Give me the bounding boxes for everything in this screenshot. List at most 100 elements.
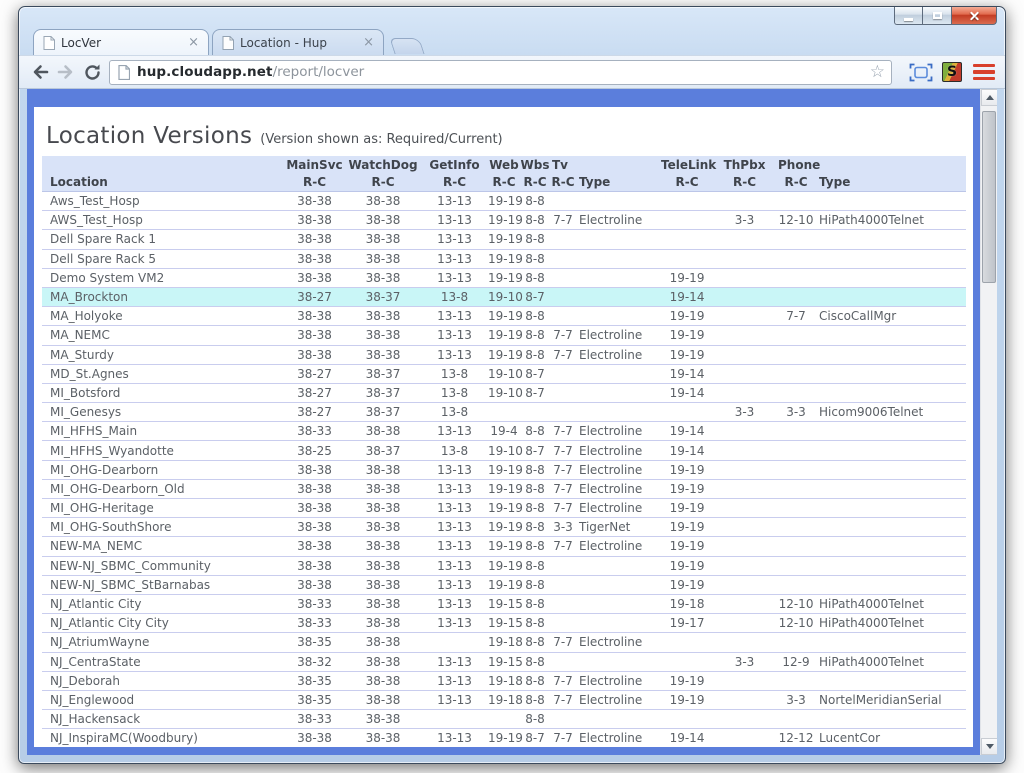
cell-value <box>713 690 776 709</box>
table-row[interactable]: NEW-MA_NEMC38-3838-3813-1319-198-87-7Ele… <box>42 537 966 556</box>
table-row[interactable]: Dell Spare Rack 138-3838-3813-1319-198-8 <box>42 230 966 249</box>
cell-value: 38-38 <box>345 690 421 709</box>
cell-value: 13-13 <box>421 249 488 268</box>
cell-value: 19-15 <box>488 594 520 613</box>
tab-strip: LocVer × Location - Hup × <box>33 29 422 55</box>
cell-value: 38-38 <box>284 460 345 479</box>
cell-value <box>713 441 776 460</box>
cell-value: 7-7 <box>550 441 576 460</box>
table-row[interactable]: NJ_Hackensack38-3338-388-8 <box>42 710 966 729</box>
cell-value: 13-8 <box>421 383 488 402</box>
cell-value <box>713 345 776 364</box>
cell-value: 38-37 <box>345 441 421 460</box>
cell-value: 19-19 <box>488 518 520 537</box>
cell-value: 8-8 <box>520 499 550 518</box>
cell-value: 8-8 <box>520 345 550 364</box>
cell-value <box>713 326 776 345</box>
cell-value: 19-19 <box>488 268 520 287</box>
cell-value: 12-10 <box>776 211 816 230</box>
table-row[interactable]: NJ_InspiraMC(Woodbury)38-3838-3813-1319-… <box>42 729 966 748</box>
cell-value: HiPath4000Telnet <box>816 614 966 633</box>
cell-value <box>661 230 713 249</box>
resize-extension-icon[interactable] <box>909 63 933 82</box>
table-row[interactable]: Aws_Test_Hosp38-3838-3813-1319-198-8 <box>42 192 966 211</box>
reload-button[interactable] <box>79 59 105 85</box>
cell-value <box>713 556 776 575</box>
table-row[interactable]: MI_HFHS_Wyandotte38-2538-3713-819-108-77… <box>42 441 966 460</box>
cell-value <box>713 671 776 690</box>
table-row[interactable]: MI_OHG-Heritage38-3838-3813-1319-198-87-… <box>42 499 966 518</box>
cell-value <box>816 268 966 287</box>
tab-close-icon[interactable]: × <box>363 36 374 49</box>
table-row[interactable]: MA_Brockton38-2738-3713-819-108-719-14 <box>42 287 966 306</box>
table-row[interactable]: Demo System VM238-3838-3813-1319-198-819… <box>42 268 966 287</box>
table-row[interactable]: MI_OHG-Dearborn_Old38-3838-3813-1319-198… <box>42 479 966 498</box>
table-row[interactable]: NJ_CentraState38-3238-3813-1319-158-83-3… <box>42 652 966 671</box>
tab-close-icon[interactable]: × <box>188 36 199 49</box>
cell-value: 19-18 <box>661 594 713 613</box>
cell-value: 8-8 <box>520 575 550 594</box>
table-row[interactable]: NJ_Englewood38-3538-3813-1319-188-87-7El… <box>42 690 966 709</box>
cell-value: 19-19 <box>488 537 520 556</box>
cell-value: 8-8 <box>520 710 550 729</box>
close-button[interactable] <box>952 7 997 25</box>
menu-bar <box>973 70 995 74</box>
cell-value: 38-38 <box>345 345 421 364</box>
table-row[interactable]: NEW-NJ_SBMC_Community38-3838-3813-1319-1… <box>42 556 966 575</box>
scroll-up-button[interactable] <box>981 89 997 106</box>
back-button[interactable] <box>27 59 53 85</box>
table-row[interactable]: Dell Spare Rack 538-3838-3813-1319-198-8 <box>42 249 966 268</box>
table-row[interactable]: MI_HFHS_Main38-3338-3813-1319-48-87-7Ele… <box>42 422 966 441</box>
cell-value: 13-13 <box>421 652 488 671</box>
table-row[interactable]: NJ_Deborah38-3538-3813-1319-188-87-7Elec… <box>42 671 966 690</box>
cell-value: 38-38 <box>284 307 345 326</box>
scrollbar-thumb[interactable] <box>982 111 996 283</box>
browser-menu-button[interactable] <box>973 64 995 81</box>
table-row[interactable]: MI_OHG-SouthShore38-3838-3813-1319-198-8… <box>42 518 966 537</box>
table-row[interactable]: MD_St.Agnes38-2738-3713-819-108-719-14 <box>42 364 966 383</box>
cell-location: Aws_Test_Hosp <box>42 192 284 211</box>
s-extension-icon[interactable]: S <box>942 62 962 82</box>
column-group-header: WatchDog <box>345 156 421 173</box>
scroll-down-button[interactable] <box>981 738 997 755</box>
tab-locver[interactable]: LocVer × <box>33 29 209 55</box>
table-row[interactable]: MI_Botsford38-2738-3713-819-108-719-14 <box>42 383 966 402</box>
table-row[interactable]: MI_OHG-Dearborn38-3838-3813-1319-198-87-… <box>42 460 966 479</box>
page-subtitle: (Version shown as: Required/Current) <box>260 132 502 147</box>
table-row[interactable]: NJ_Atlantic City City38-3338-3813-1319-1… <box>42 614 966 633</box>
maximize-button[interactable] <box>923 7 952 25</box>
table-row[interactable]: MA_NEMC38-3838-3813-1319-198-87-7Electro… <box>42 326 966 345</box>
cell-value: 3-3 <box>550 518 576 537</box>
bookmark-star-icon[interactable]: ☆ <box>870 64 885 81</box>
table-row[interactable]: MA_Holyoke38-3838-3813-1319-198-819-197-… <box>42 307 966 326</box>
page-icon <box>222 36 234 50</box>
table-row[interactable]: NJ_Atlantic City38-3338-3813-1319-158-81… <box>42 594 966 613</box>
up-arrow-icon <box>986 95 994 100</box>
table-row[interactable]: AWS_Test_Hosp38-3838-3813-1319-198-87-7E… <box>42 211 966 230</box>
cell-value: 38-38 <box>345 422 421 441</box>
cell-value <box>550 556 576 575</box>
cell-location: Demo System VM2 <box>42 268 284 287</box>
url-bar[interactable]: hup.cloudapp.net/report/locver ☆ <box>109 60 892 85</box>
table-row[interactable]: NEW-NJ_SBMC_StBarnabas38-3838-3813-1319-… <box>42 575 966 594</box>
cell-value: Electroline <box>576 422 661 441</box>
forward-button[interactable] <box>53 59 79 85</box>
cell-value: 19-14 <box>661 383 713 402</box>
cell-location: NJ_Atlantic City City <box>42 614 284 633</box>
table-row[interactable]: MA_Sturdy38-3838-3813-1319-198-87-7Elect… <box>42 345 966 364</box>
table-row[interactable]: NJ_AtriumWayne38-3538-3819-188-87-7Elect… <box>42 633 966 652</box>
column-group-header: MainSvc <box>284 156 345 173</box>
cell-value <box>576 230 661 249</box>
scrollbar[interactable] <box>980 89 997 755</box>
table-row[interactable]: MI_Genesys38-2738-3713-83-33-3Hicom9006T… <box>42 403 966 422</box>
new-tab-button[interactable] <box>389 38 424 54</box>
title-bar[interactable]: LocVer × Location - Hup × <box>19 7 1005 55</box>
minimize-button[interactable] <box>894 7 923 25</box>
cell-location: MI_Genesys <box>42 403 284 422</box>
cell-value: Electroline <box>576 326 661 345</box>
cell-location: MA_NEMC <box>42 326 284 345</box>
tab-location-hup[interactable]: Location - Hup × <box>212 29 384 55</box>
cell-value <box>713 479 776 498</box>
cell-value <box>776 633 816 652</box>
cell-value: 38-38 <box>345 499 421 518</box>
